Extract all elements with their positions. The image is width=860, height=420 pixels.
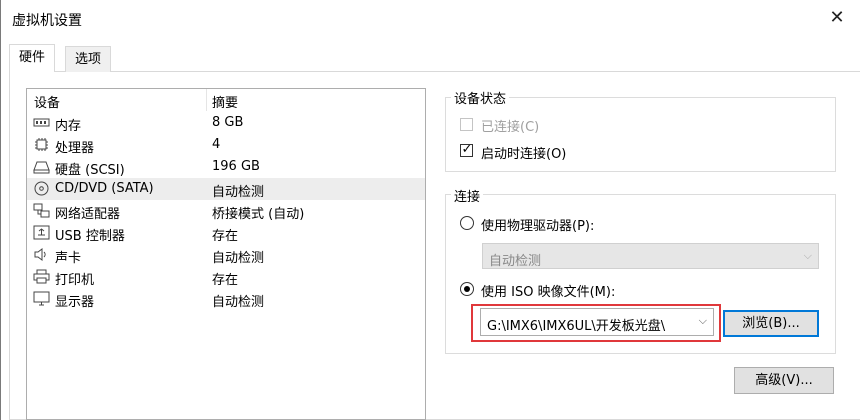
device-list-header: 设备 摘要 [27,89,425,111]
device-summary: 存在 [212,273,239,288]
physical-drive-radio[interactable] [460,216,474,230]
printer-icon [33,269,50,284]
cd-dvd-icon [34,181,49,196]
device-row-cd-dvd[interactable]: CD/DVD (SATA) 自动检测 [27,178,425,200]
connect-on-power-on-label: 启动时连接(O) [481,147,567,162]
device-summary: 196 GB [212,159,260,174]
device-summary: 4 [212,137,221,152]
column-divider[interactable] [206,89,207,111]
device-name: 处理器 [55,141,95,156]
iso-image-label: 使用 ISO 映像文件(M): [481,285,616,300]
device-row-usb-controller[interactable]: USB 控制器 存在 [27,222,425,244]
title-bar: 虚拟机设置 ✕ [1,0,860,40]
physical-drive-label: 使用物理驱动器(P): [481,219,595,234]
device-summary: 自动检测 [212,185,265,200]
device-summary: 自动检测 [212,251,265,266]
browse-button[interactable]: 浏览(B)... [723,310,819,337]
physical-drive-value: 自动检测 [489,254,542,269]
device-name: USB 控制器 [55,229,125,244]
iso-image-radio[interactable] [460,282,474,296]
device-name: 内存 [55,119,82,134]
device-name: 网络适配器 [55,207,121,222]
column-header-summary[interactable]: 摘要 [212,92,238,111]
hard-disk-icon [33,161,50,174]
connected-label: 已连接(C) [481,120,540,135]
device-row-memory[interactable]: 内存 8 GB [27,112,425,134]
device-name: CD/DVD (SATA) [55,181,154,196]
memory-icon [33,118,50,127]
tab-options[interactable]: 选项 [65,46,112,72]
cpu-icon [35,138,48,151]
column-header-device[interactable]: 设备 [34,92,60,111]
device-row-sound-card[interactable]: 声卡 自动检测 [27,244,425,266]
chevron-down-icon: ⌵ [803,249,812,262]
window-title: 虚拟机设置 [12,13,82,29]
device-summary: 自动检测 [212,295,265,310]
network-adapter-icon [33,203,50,218]
tab-hardware[interactable]: 硬件 [9,44,56,72]
device-summary: 桥接模式 (自动) [212,207,305,222]
dialog-window: 虚拟机设置 ✕ 硬件 选项 设备 摘要 内存 8 GB 处理器 4 硬盘 (SC… [0,0,860,420]
device-row-hard-disk[interactable]: 硬盘 (SCSI) 196 GB [27,156,425,178]
checkmark-icon: ✓ [461,142,473,157]
device-name: 打印机 [55,273,95,288]
device-name: 显示器 [55,295,95,310]
monitor-icon [33,291,50,306]
close-icon[interactable]: ✕ [827,8,847,28]
radio-selected-dot [464,286,470,292]
device-status-label: 设备状态 [451,88,510,107]
device-summary: 存在 [212,229,239,244]
device-row-display[interactable]: 显示器 自动检测 [27,288,425,310]
device-row-processor[interactable]: 处理器 4 [27,134,425,156]
device-list[interactable]: 设备 摘要 内存 8 GB 处理器 4 硬盘 (SCSI) 196 GB CD/… [26,88,426,420]
device-row-network-adapter[interactable]: 网络适配器 桥接模式 (自动) [27,200,425,222]
connection-label: 连接 [451,186,484,205]
physical-drive-select[interactable]: 自动检测 ⌵ [482,243,819,269]
advanced-button[interactable]: 高级(V)... [734,367,834,394]
device-name: 硬盘 (SCSI) [55,163,125,178]
connect-on-power-on-checkbox[interactable]: ✓ [460,142,473,157]
device-name: 声卡 [55,251,82,266]
speaker-icon [34,248,46,261]
usb-icon [33,225,50,240]
device-summary: 8 GB [212,115,244,130]
device-row-printer[interactable]: 打印机 存在 [27,266,425,288]
annotation-highlight-box [471,304,721,342]
connected-checkbox[interactable] [460,118,473,131]
